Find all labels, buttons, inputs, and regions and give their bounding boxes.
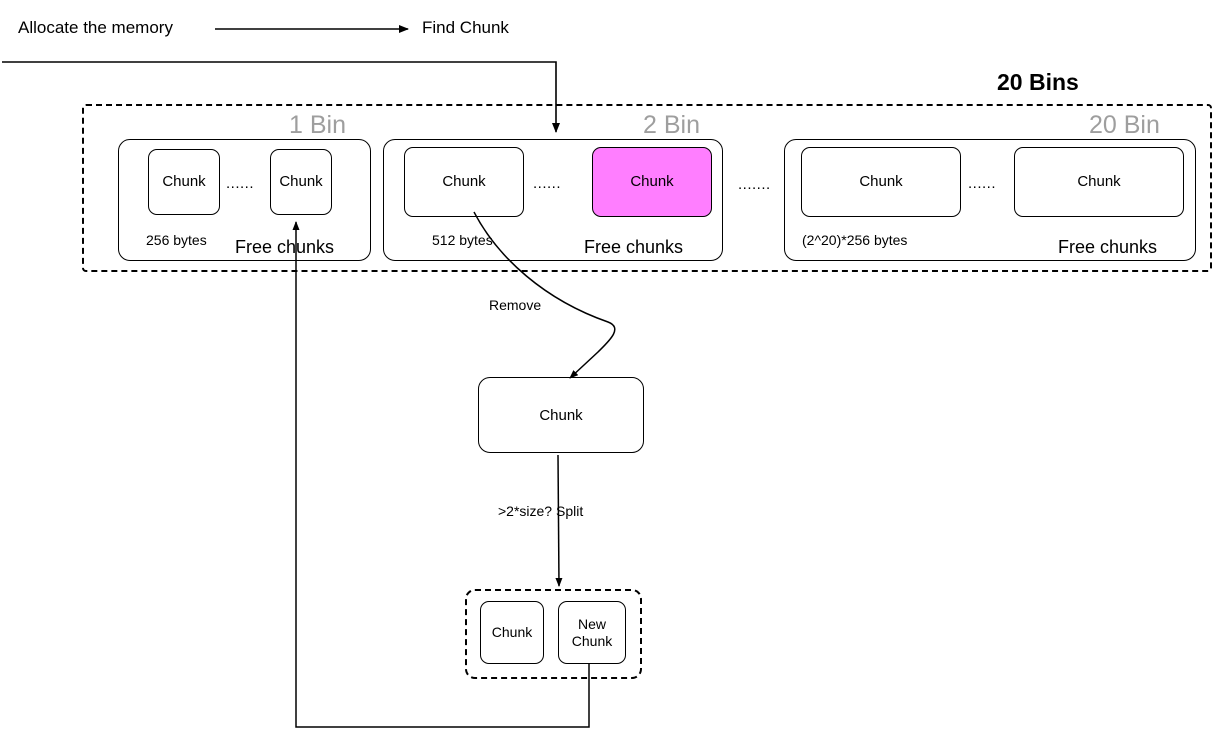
bin-title-2: 2 Bin [643,111,700,139]
bin-2-chunk-first[interactable]: Chunk [404,147,524,217]
split-edge-label: >2*size? Split [498,503,584,519]
removed-chunk-box[interactable]: Chunk [478,377,644,453]
bin-title-20: 20 Bin [1089,111,1160,139]
split-chunk-new-line1: New [577,616,606,633]
bin-2-free-chunks-label: Free chunks [584,237,684,257]
bin-2-size-label: 512 bytes [432,232,493,248]
bin-title-1: 1 Bin [289,111,346,139]
bins-container-title: 20 Bins [997,69,1079,95]
bin-2-ellipsis: ...... [533,175,562,192]
split-chunk-original[interactable]: Chunk [480,601,544,664]
bin-1-chunk-last[interactable]: Chunk [270,149,332,215]
split-chunk-new[interactable]: New Chunk [558,601,626,664]
bin-1-free-chunks-label: Free chunks [235,237,335,257]
bins-gap-ellipsis: ....... [738,176,771,193]
split-chunk-new-line2: Chunk [571,632,613,649]
diagram-canvas: Allocate the memory Find Chunk 20 Bins 1… [0,0,1224,731]
bin-20-chunk-first[interactable]: Chunk [801,147,961,217]
remove-edge-label: Remove [489,297,542,313]
bin-2-chunk-selected[interactable]: Chunk [592,147,712,217]
bin-20-ellipsis: ...... [968,175,997,192]
bin-20-chunk-last[interactable]: Chunk [1014,147,1184,217]
find-chunk-label: Find Chunk [422,18,509,37]
bin-1-chunk-first[interactable]: Chunk [148,149,220,215]
bin-20-free-chunks-label: Free chunks [1058,237,1158,257]
bin-20-size-label: (2^20)*256 bytes [802,232,908,248]
bin-1-ellipsis: ...... [226,175,255,192]
arrow-split [555,454,563,587]
bin-1-size-label: 256 bytes [146,232,207,248]
allocate-memory-label: Allocate the memory [18,18,173,37]
